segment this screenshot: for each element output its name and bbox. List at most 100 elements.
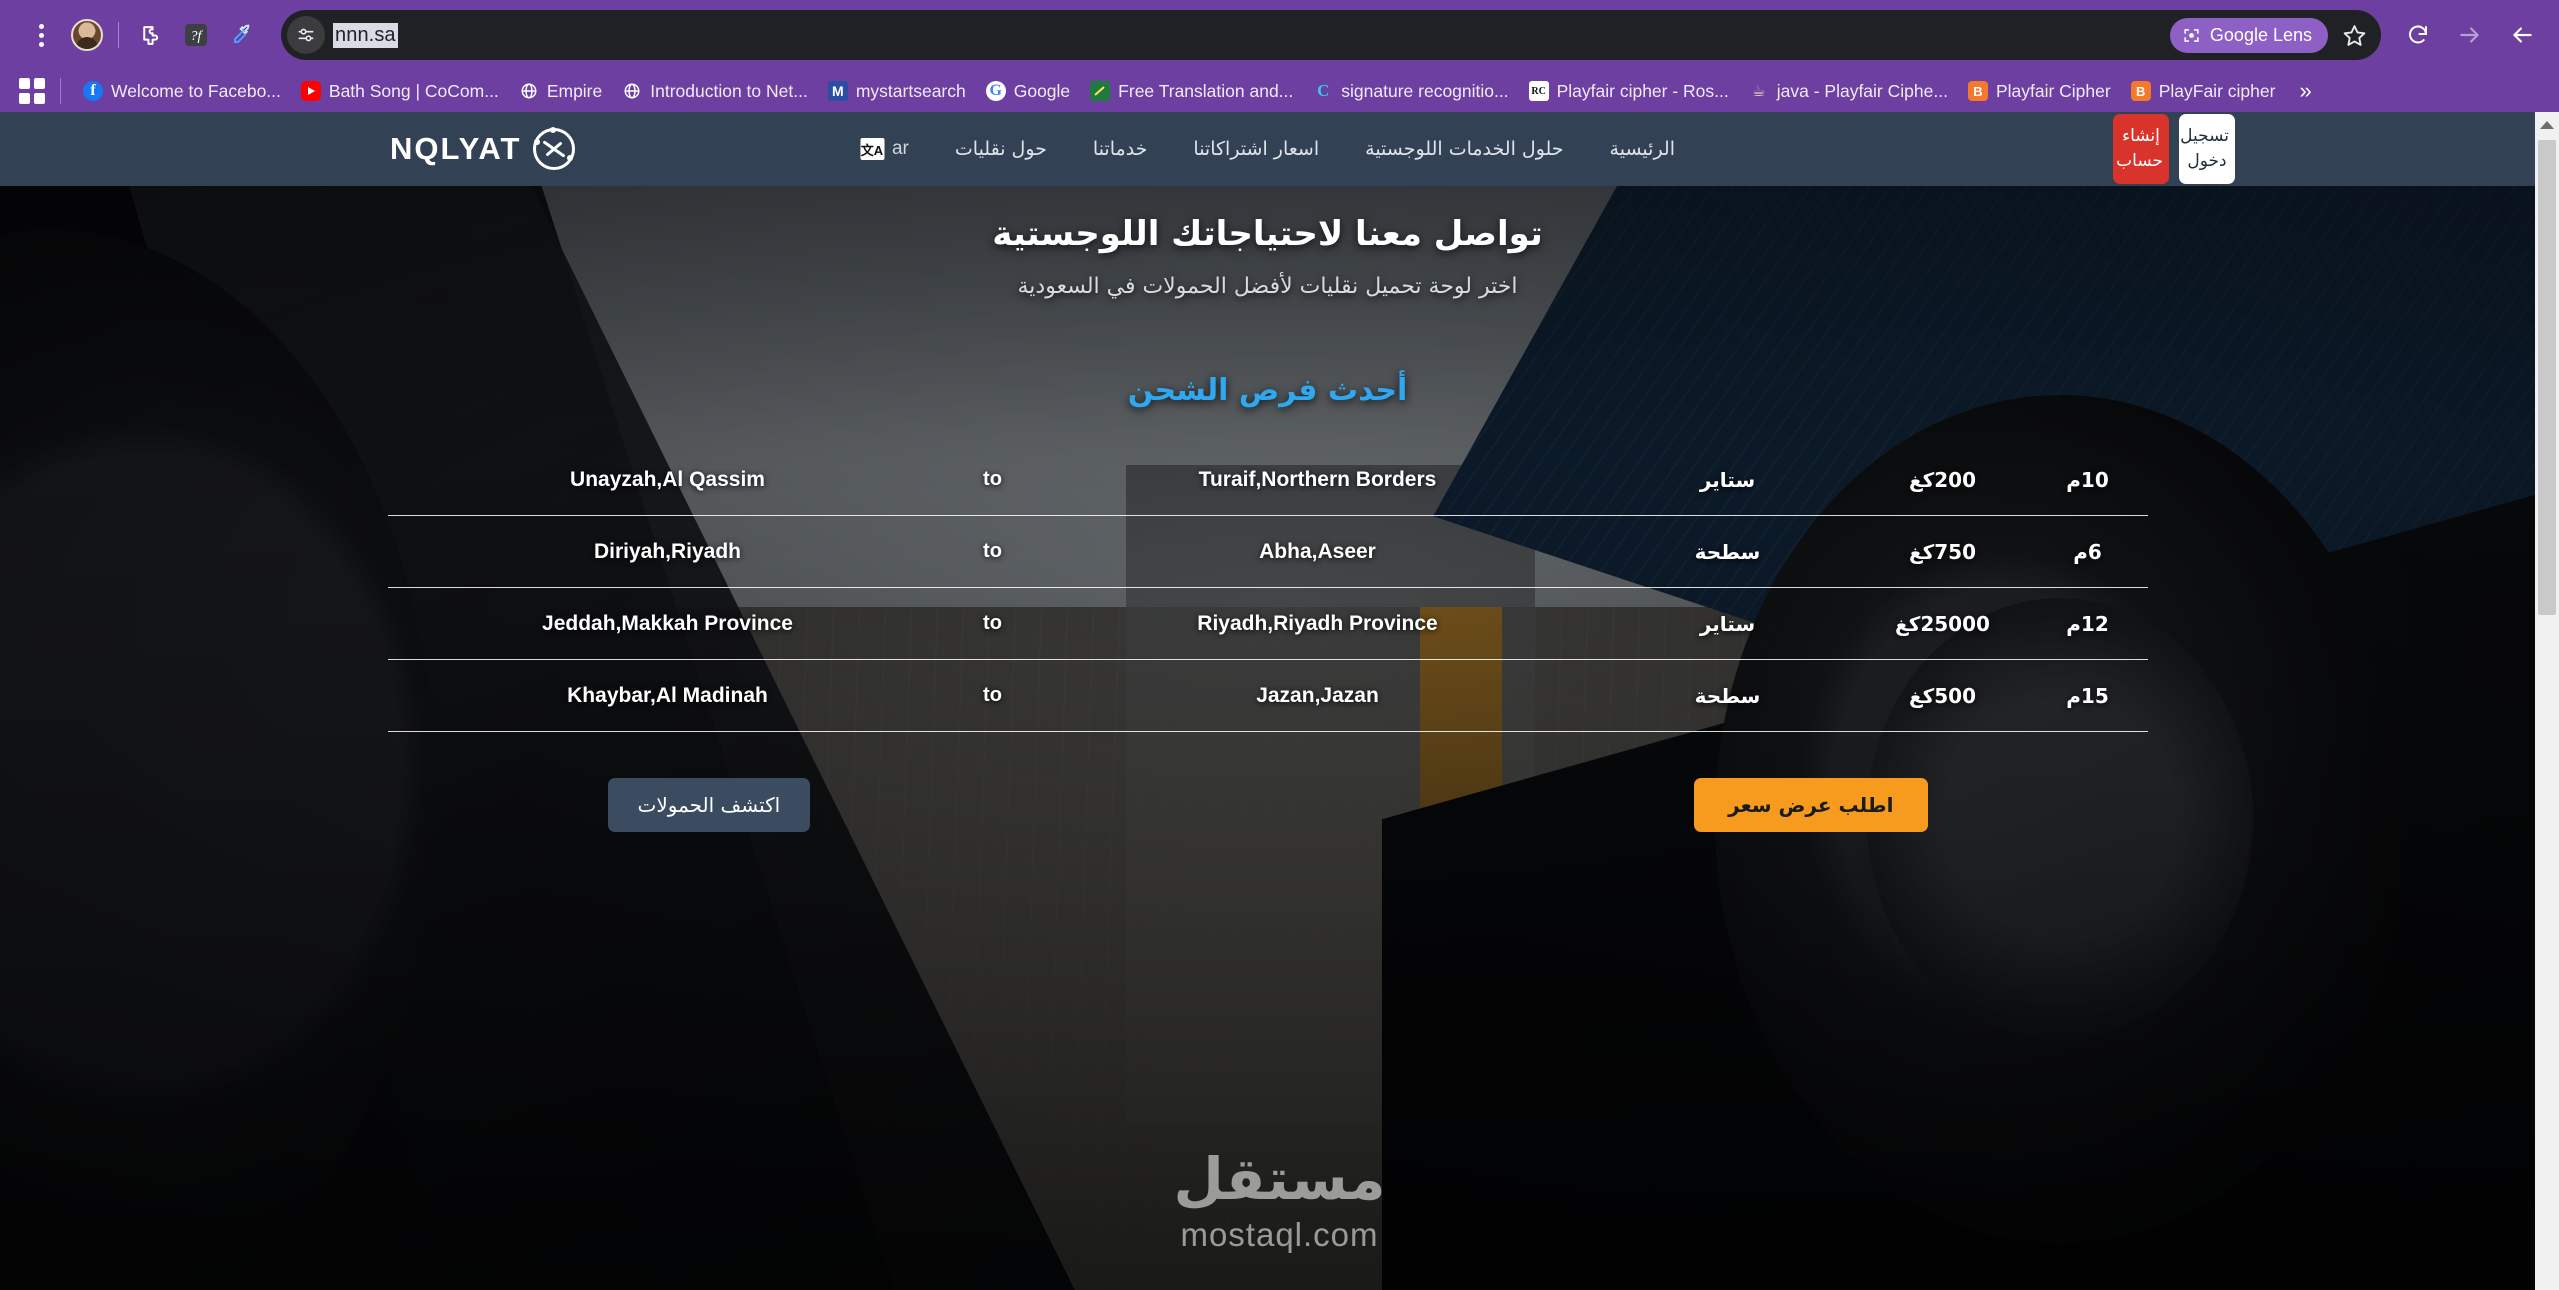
login-button[interactable]: تسجيل دخول	[2179, 114, 2235, 184]
nqlyat-logo-icon	[533, 127, 576, 170]
bookmark-favicon-icon: B	[2130, 81, 2151, 101]
eyedropper-icon[interactable]	[221, 14, 263, 56]
brand-name: NQLYAT	[390, 131, 522, 166]
hero-section: تواصل معنا لاحتياجاتك اللوجستية اختر لوح…	[0, 186, 2535, 1290]
shipment-arrow-label: to	[983, 684, 1002, 706]
function-icon[interactable]: f?	[175, 14, 217, 56]
browser-toolbar: nnn.sa Google Lens f?	[0, 0, 2559, 70]
star-icon[interactable]	[2342, 23, 2367, 48]
puzzle-piece-icon[interactable]	[129, 14, 171, 56]
bookmark-item[interactable]: B Playfair Cipher	[1958, 77, 2121, 106]
mostaql-watermark: مستقل mostaql.com	[1173, 1150, 1385, 1254]
bookmark-favicon-icon: G	[985, 81, 1006, 101]
shipments-table: 10م 200كغ ستاير Turaif,Northern Borders to Un…	[387, 444, 2148, 732]
kebab-menu-icon[interactable]	[20, 14, 62, 56]
shipment-weight: 750كغ	[1908, 539, 1977, 564]
shipment-destination: Jazan,Jazan	[1256, 683, 1379, 707]
page-scrollbar[interactable]	[2535, 112, 2559, 1290]
bookmark-item[interactable]: Bath Song | CoCom...	[291, 77, 509, 106]
bookmark-label: Google	[1013, 80, 1071, 101]
nav-about-nqlyat[interactable]: حول نقليات	[955, 138, 1047, 160]
bookmark-label: Free Translation and...	[1118, 80, 1294, 101]
bookmark-item[interactable]: f Welcome to Facebo...	[73, 77, 291, 106]
table-row[interactable]: 15م 500كغ سطحة Jazan,Jazan to Khaybar,Al Madi…	[387, 660, 2148, 732]
bookmark-item[interactable]: Free Translation and...	[1080, 77, 1303, 106]
scroll-up-arrow-icon[interactable]	[2535, 112, 2559, 138]
bookmark-label: Empire	[546, 80, 603, 101]
bookmark-favicon-icon: B	[1967, 81, 1988, 101]
shipment-length: 15م	[2066, 683, 2109, 708]
table-row[interactable]: 6م 750كغ سطحة Abha,Aseer to Diriyah,Riyadh	[387, 516, 2148, 588]
bookmark-favicon-icon: ☕	[1752, 83, 1766, 100]
bookmark-label: PlayFair cipher	[2158, 80, 2276, 101]
request-quote-button[interactable]: اطلب عرض سعر	[1694, 778, 1928, 832]
shipment-origin: Unayzah,Al Qassim	[570, 467, 765, 491]
toolbar-divider	[118, 22, 119, 48]
bookmark-favicon-icon: f	[83, 81, 103, 101]
shipment-truck-type: ستاير	[1699, 611, 1756, 636]
bookmark-item[interactable]: Csignature recognitio...	[1303, 77, 1518, 106]
bookmark-favicon-icon: RC	[1528, 81, 1549, 101]
toolbar-actions: f?	[14, 14, 263, 56]
google-lens-button[interactable]: Google Lens	[2169, 17, 2328, 53]
bookmark-item[interactable]: Empire	[509, 77, 612, 106]
shipment-weight: 200كغ	[1908, 467, 1977, 492]
bookmark-favicon-icon	[1090, 81, 1111, 101]
back-arrow-icon[interactable]	[2499, 12, 2545, 58]
url-input[interactable]: nnn.sa	[333, 22, 398, 48]
bookmark-favicon-icon	[300, 81, 321, 101]
shipment-origin: Jeddah,Makkah Province	[542, 611, 793, 635]
scrollbar-thumb[interactable]	[2538, 140, 2556, 615]
shipment-weight: 500كغ	[1908, 683, 1977, 708]
forward-arrow-icon[interactable]	[2447, 12, 2493, 58]
bookmark-item[interactable]: Introduction to Net...	[612, 77, 818, 106]
reload-icon[interactable]	[2395, 12, 2441, 58]
bookmark-label: Playfair cipher - Ros...	[1556, 80, 1729, 101]
table-row[interactable]: 12م 25000كغ ستاير Riyadh,Riyadh Province to J…	[387, 588, 2148, 660]
auth-buttons: تسجيل دخول إنشاء حساب	[2113, 114, 2235, 184]
brand-logo[interactable]: NQLYAT	[390, 127, 576, 170]
bookmark-label: mystartsearch	[855, 80, 966, 101]
bookmarks-overflow-button[interactable]: »	[2299, 78, 2311, 104]
bookmark-item[interactable]: Mmystartsearch	[818, 77, 976, 106]
bookmark-item[interactable]: ☕ java - Playfair Ciphe...	[1739, 77, 1958, 106]
watermark-arabic: مستقل	[1173, 1145, 1386, 1213]
avatar[interactable]	[66, 14, 108, 56]
nav-our-services[interactable]: خدماتنا	[1093, 138, 1148, 160]
bookmark-item[interactable]: B PlayFair cipher	[2121, 77, 2286, 106]
latest-shipments-heading: أحدث فرص الشحن	[1127, 373, 1408, 408]
explore-shipments-button[interactable]: اكتشف الحمولات	[607, 778, 811, 832]
shipment-length: 6م	[2073, 539, 2102, 564]
nav-subscription-prices[interactable]: اسعار اشتراكاتنا	[1193, 138, 1319, 160]
shipment-arrow-label: to	[983, 540, 1002, 562]
browser-window: nnn.sa Google Lens f? f Welcome to Faceb…	[0, 0, 2559, 1290]
address-bar[interactable]: nnn.sa Google Lens	[281, 10, 2381, 60]
shipment-truck-type: سطحة	[1694, 683, 1761, 708]
shipment-origin: Khaybar,Al Madinah	[567, 683, 768, 707]
tune-icon[interactable]	[287, 16, 325, 54]
shipment-truck-type: ستاير	[1699, 467, 1756, 492]
shipment-weight: 25000كغ	[1895, 611, 1990, 636]
shipment-length: 12م	[2066, 611, 2109, 636]
apps-grid-icon[interactable]	[14, 76, 50, 106]
shipment-arrow-label: to	[983, 612, 1002, 634]
bookmark-item[interactable]: G Google	[976, 77, 1080, 106]
shipment-origin: Diriyah,Riyadh	[593, 539, 742, 563]
bookmark-favicon-icon	[519, 81, 539, 101]
page-viewport: NQLYAT الرئيسية حلول الخدمات اللوجستية اسع…	[0, 112, 2559, 1290]
bookmark-item[interactable]: RC Playfair cipher - Ros...	[1519, 77, 1739, 106]
bookmark-label: signature recognitio...	[1341, 80, 1509, 101]
hero-title: تواصل معنا لاحتياجاتك اللوجستية	[992, 214, 1543, 254]
site-nav-links: الرئيسية حلول الخدمات اللوجستية اسعار اشتر…	[859, 138, 1675, 160]
nav-home[interactable]: الرئيسية	[1610, 138, 1675, 160]
language-switcher[interactable]: 文A ar	[859, 138, 909, 160]
bookmark-favicon-icon	[622, 81, 642, 101]
nav-logistics-solutions[interactable]: حلول الخدمات اللوجستية	[1365, 138, 1563, 160]
bookmarks-divider	[60, 78, 61, 104]
language-code: ar	[891, 138, 909, 159]
table-row[interactable]: 10م 200كغ ستاير Turaif,Northern Borders to Un…	[387, 444, 2148, 516]
bookmark-label: java - Playfair Ciphe...	[1776, 80, 1948, 101]
site-navbar: NQLYAT الرئيسية حلول الخدمات اللوجستية اسع…	[0, 112, 2535, 186]
signup-button[interactable]: إنشاء حساب	[2113, 114, 2169, 184]
bookmarks-bar: f Welcome to Facebo... Bath Song | CoCom..…	[0, 70, 2559, 112]
